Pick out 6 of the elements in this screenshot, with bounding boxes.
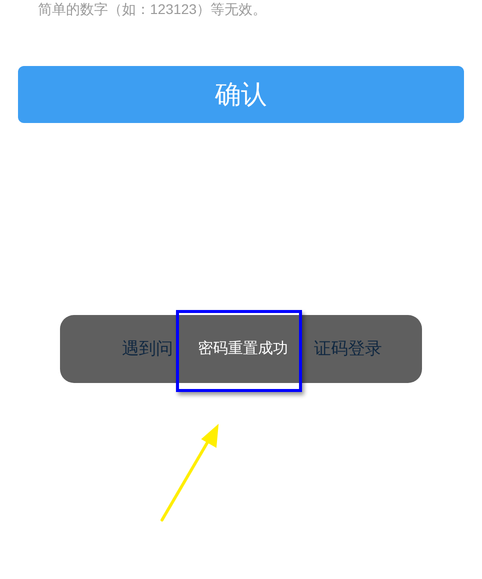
hint-text: 简单的数字（如：123123）等无效。 — [38, 0, 267, 18]
help-link[interactable]: 证码登录 — [314, 336, 382, 362]
toast-message: 密码重置成功 — [198, 338, 288, 359]
help-link[interactable]: 遇到问 — [122, 336, 198, 362]
confirm-button[interactable]: 确认 — [18, 66, 464, 123]
arrow-icon — [160, 424, 219, 522]
